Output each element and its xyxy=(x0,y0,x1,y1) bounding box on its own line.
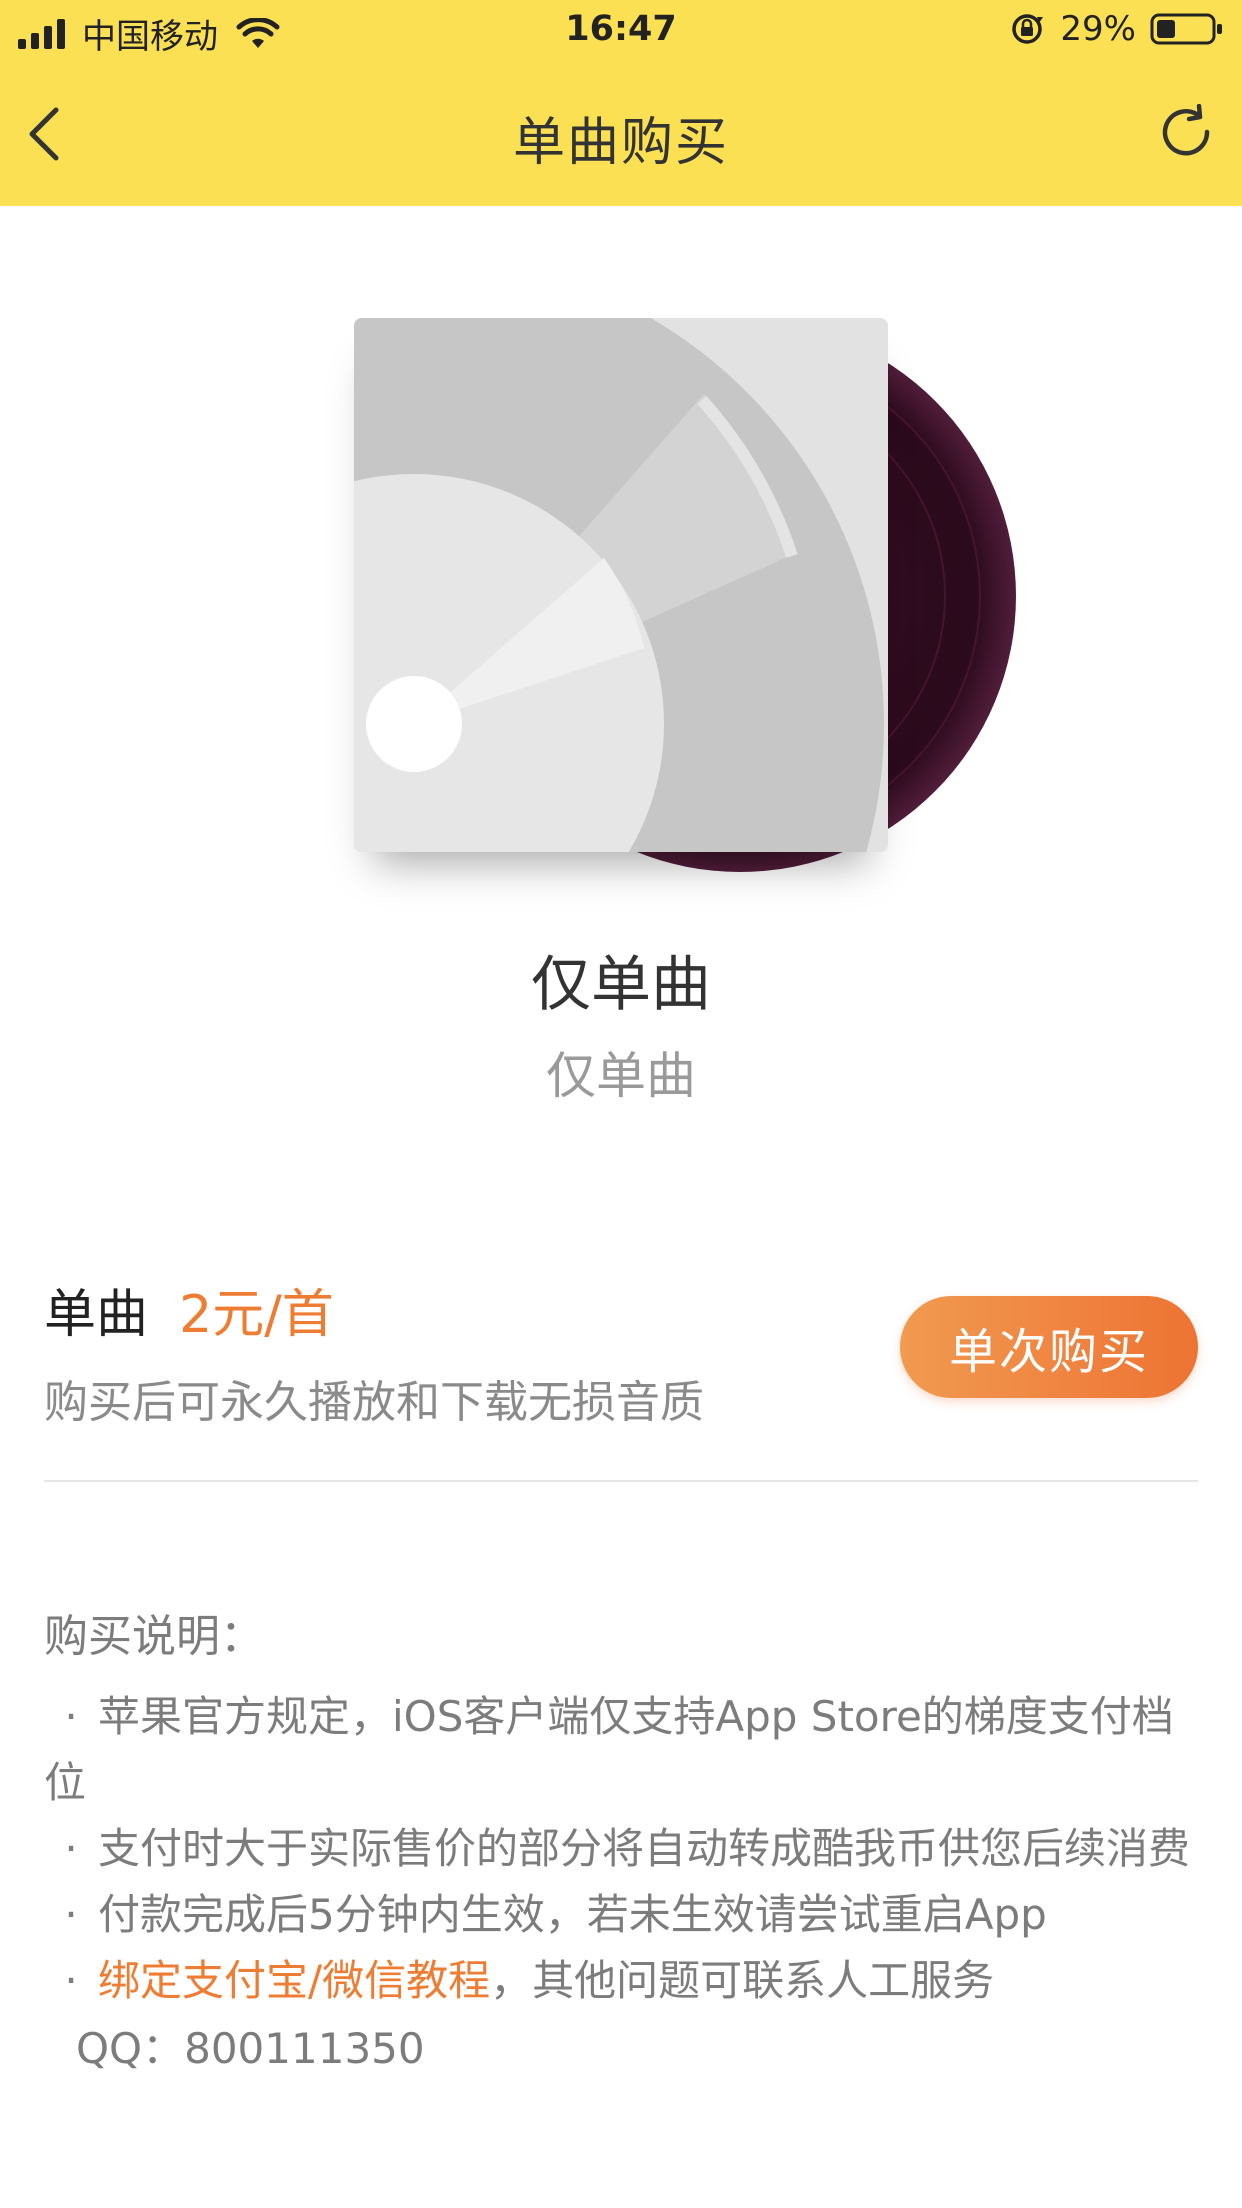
album-art xyxy=(330,310,1030,890)
bind-payment-tutorial-link[interactable]: 绑定支付宝/微信教程 xyxy=(98,1956,490,2005)
divider xyxy=(44,1480,1198,1482)
note-text: 支付时大于实际售价的部分将自动转成酷我币供您后续消费 xyxy=(98,1824,1191,1873)
status-bar: 中国移动 16:47 29% xyxy=(0,0,1242,62)
note-item: · 苹果官方规定，iOS客户端仅支持App Store的梯度支付档 xyxy=(44,1684,1204,1750)
note-text: ，其他问题可联系人工服务 xyxy=(490,1956,995,2005)
note-text: 苹果官方规定，iOS客户端仅支持App Store的梯度支付档 xyxy=(98,1692,1174,1741)
rotation-lock-icon xyxy=(1012,14,1044,44)
bullet: · xyxy=(64,1956,78,2005)
bullet: · xyxy=(64,1824,78,1873)
refresh-button[interactable] xyxy=(1158,103,1216,164)
song-title: 仅单曲 xyxy=(531,950,711,1020)
note-item: · 付款完成后5分钟内生效，若未生效请尝试重启App xyxy=(44,1882,1204,1948)
nav-bar: 单曲购买 xyxy=(0,62,1242,206)
page-title: 单曲购买 xyxy=(512,113,729,173)
purchase-notes-title: 购买说明： xyxy=(44,1611,264,1662)
single-purchase-button[interactable]: 单次购买 xyxy=(900,1296,1198,1398)
note-text: 付款完成后5分钟内生效，若未生效请尝试重启App xyxy=(98,1890,1047,1939)
price-row: 单曲 2元/首 xyxy=(44,1272,334,1347)
bullet: · xyxy=(64,1692,78,1741)
bullet: · xyxy=(64,1890,78,1939)
note-item-continuation: 位 xyxy=(44,1750,1204,1816)
battery-icon xyxy=(1150,13,1222,45)
song-artist: 仅单曲 xyxy=(546,1047,696,1105)
note-text: 位 xyxy=(44,1758,87,1807)
price-value: 2元/首 xyxy=(179,1285,334,1345)
album-cover xyxy=(354,318,888,852)
price-description: 购买后可永久播放和下载无损音质 xyxy=(44,1377,704,1428)
disc-placeholder-icon xyxy=(354,318,888,852)
qq-contact: QQ：800111350 xyxy=(76,2024,425,2073)
status-right: 29% xyxy=(1010,9,1224,49)
note-item: · 支付时大于实际售价的部分将自动转成酷我币供您后续消费 xyxy=(44,1816,1204,1882)
header: 中国移动 16:47 29% 单曲购买 xyxy=(0,0,1242,206)
refresh-icon xyxy=(1162,103,1210,156)
battery-percent: 29% xyxy=(1060,9,1136,49)
price-label: 单曲 xyxy=(44,1285,149,1345)
note-item: · 绑定支付宝/微信教程，其他问题可联系人工服务 xyxy=(44,1948,1204,2014)
